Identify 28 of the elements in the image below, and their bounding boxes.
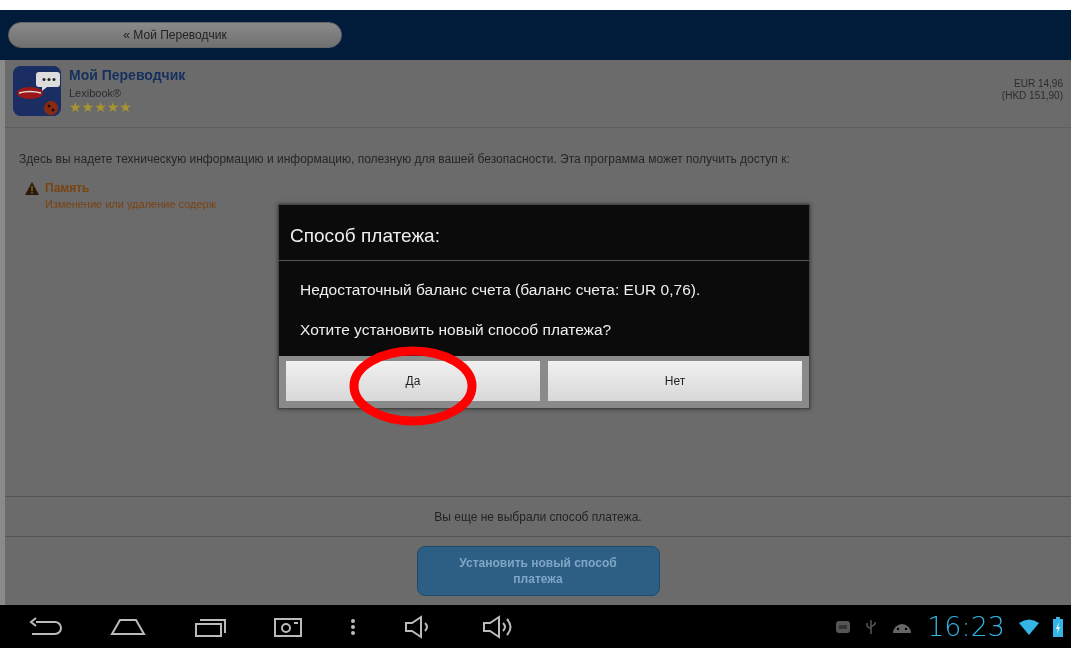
permission-title: Память: [45, 181, 91, 195]
menu-icon[interactable]: [350, 617, 356, 636]
battery-icon: [1053, 616, 1063, 637]
no-button[interactable]: Нет: [548, 361, 802, 401]
description-text: Здесь вы надете техническую информацию и информацию, полезную для вашей безопасности. Эта программа может получить доступ к:: [19, 152, 791, 166]
camera-icon[interactable]: [274, 615, 302, 638]
payment-status-text: Вы еще не выбрали способ платежа.: [5, 496, 1071, 537]
usb-icon: [865, 618, 878, 635]
price: EUR 14,96: [1014, 78, 1063, 90]
recent-apps-icon[interactable]: [194, 616, 226, 637]
star-rating: ★★★★★: [69, 100, 133, 114]
yes-button[interactable]: Да: [286, 361, 540, 401]
app-icon: [13, 66, 61, 116]
developer-name: Lexibook®: [69, 87, 123, 99]
dialog-title: Способ платежа:: [279, 205, 809, 261]
back-icon[interactable]: [28, 616, 62, 637]
home-icon[interactable]: [110, 616, 146, 637]
back-button[interactable]: « Мой Переводчик: [8, 22, 342, 48]
clock-time: 16:23: [927, 611, 1005, 642]
keyboard-icon: [835, 619, 852, 634]
dialog-message: Недостаточный баланс счета (баланс счета: EUR 0,76).: [300, 280, 702, 300]
wifi-icon: [1019, 618, 1039, 635]
price-alt: (HKD 151,90): [1001, 90, 1063, 102]
app-title[interactable]: Мой Переводчик: [69, 67, 994, 83]
warning-icon: [25, 182, 39, 195]
dialog-message: Хотите установить новый способ платежа?: [300, 320, 613, 340]
permission-detail: Изменение или удаление содерж: [45, 198, 217, 210]
set-payment-button[interactable]: Установить новый способ платежа: [416, 546, 660, 596]
